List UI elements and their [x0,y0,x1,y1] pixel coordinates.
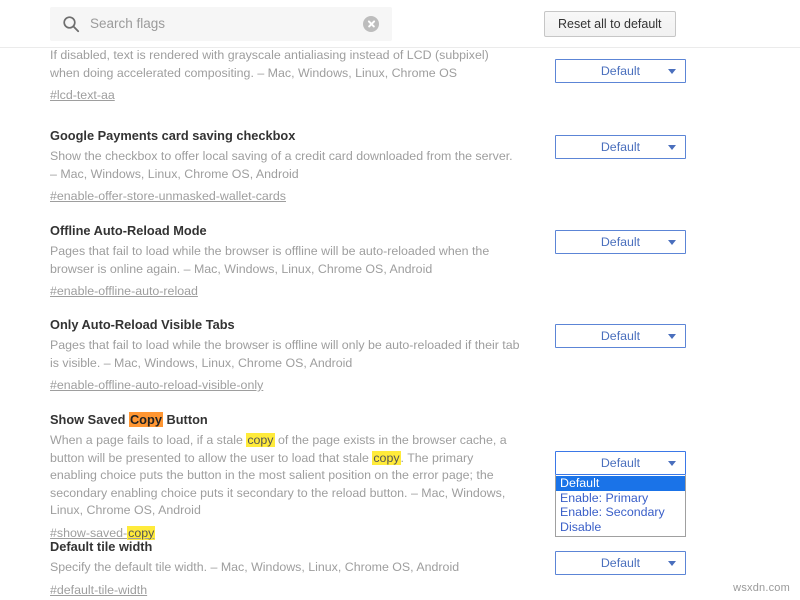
flag-select-option[interactable]: Enable: Secondary [556,505,685,520]
flag-description: Pages that fail to load while the browse… [50,337,520,372]
flags-list: If disabled, text is rendered with grays… [0,48,800,600]
flag-anchor-link[interactable]: #enable-offline-auto-reload [50,283,198,300]
flag-select-value: Default [601,140,640,154]
flag-anchor-link[interactable]: #enable-offline-auto-reload-visible-only [50,377,263,394]
flag-body: Show Saved Copy Button When a page fails… [50,411,520,542]
clear-search-icon[interactable] [363,16,379,32]
flag-select-value: Default [601,456,640,470]
flag-select-value: Default [601,329,640,343]
flag-row-highlighted: Show Saved Copy Button When a page fails… [0,411,800,542]
page-header: Reset all to default [0,0,800,48]
flag-body: Google Payments card saving checkbox Sho… [50,127,520,205]
chevron-down-icon [668,461,676,466]
reset-all-to-default-button[interactable]: Reset all to default [544,11,676,37]
flag-select-options[interactable]: DefaultEnable: PrimaryEnable: SecondaryD… [555,475,686,537]
flag-anchor-link[interactable]: #enable-offer-store-unmasked-wallet-card… [50,188,286,205]
flag-select-wrapper: Default [555,324,686,348]
flags-page: Reset all to default If disabled, text i… [0,0,800,600]
flag-select[interactable]: Default [555,230,686,254]
flag-select[interactable]: Default [555,324,686,348]
flag-title: Show Saved Copy Button [50,411,520,428]
chevron-down-icon [668,145,676,150]
flag-select-wrapper: Default [555,135,686,159]
flag-row: If disabled, text is rendered with grays… [0,48,800,104]
flag-title: Only Auto-Reload Visible Tabs [50,316,520,333]
flag-body: Default tile width Specify the default t… [50,538,520,599]
flag-select-option[interactable]: Enable: Primary [556,491,685,506]
flag-select-value: Default [601,235,640,249]
flag-row: Google Payments card saving checkbox Sho… [0,127,800,205]
search-match-highlight: copy [246,433,274,447]
search-bar[interactable] [50,7,392,41]
chevron-down-icon [668,240,676,245]
flag-select-wrapper: Default DefaultEnable: PrimaryEnable: Se… [555,451,686,475]
flag-select[interactable]: Default [555,59,686,83]
chevron-down-icon [668,69,676,74]
text-run: When a page fails to load, if a stale [50,433,246,447]
watermark: wsxdn.com [733,582,790,594]
flag-anchor-link[interactable]: #default-tile-width [50,582,147,599]
flag-select[interactable]: Default [555,135,686,159]
chevron-down-icon [668,561,676,566]
flag-select-option[interactable]: Default [556,476,685,491]
flag-select-value: Default [601,556,640,570]
flag-title: Default tile width [50,538,520,555]
text-run: Button [163,412,208,427]
flag-description: When a page fails to load, if a stale co… [50,432,520,520]
flag-row: Default tile width Specify the default t… [0,538,800,599]
flag-select-wrapper: Default [555,230,686,254]
flag-body: If disabled, text is rendered with grays… [50,48,520,104]
flag-select-option[interactable]: Disable [556,520,685,535]
flag-body: Offline Auto-Reload Mode Pages that fail… [50,222,520,300]
flag-description: Show the checkbox to offer local saving … [50,148,520,183]
chevron-down-icon [668,334,676,339]
flag-select[interactable]: Default [555,551,686,575]
flag-anchor-link[interactable]: #lcd-text-aa [50,87,115,104]
search-match-highlight: Copy [129,412,163,427]
flag-description: Specify the default tile width. – Mac, W… [50,559,520,577]
flag-row: Only Auto-Reload Visible Tabs Pages that… [0,316,800,394]
flag-title: Offline Auto-Reload Mode [50,222,520,239]
flag-select-wrapper: Default [555,551,686,575]
search-match-highlight: copy [372,451,400,465]
text-run: Show Saved [50,412,129,427]
flag-description: Pages that fail to load while the browse… [50,243,520,278]
flag-select-open[interactable]: Default [555,451,686,475]
search-icon [62,15,80,33]
flag-select-value: Default [601,64,640,78]
flag-description: If disabled, text is rendered with grays… [50,48,520,82]
flag-title: Google Payments card saving checkbox [50,127,520,144]
flag-row: Offline Auto-Reload Mode Pages that fail… [0,222,800,300]
flag-body: Only Auto-Reload Visible Tabs Pages that… [50,316,520,394]
flag-select-wrapper: Default [555,59,686,83]
search-input[interactable] [90,9,363,39]
